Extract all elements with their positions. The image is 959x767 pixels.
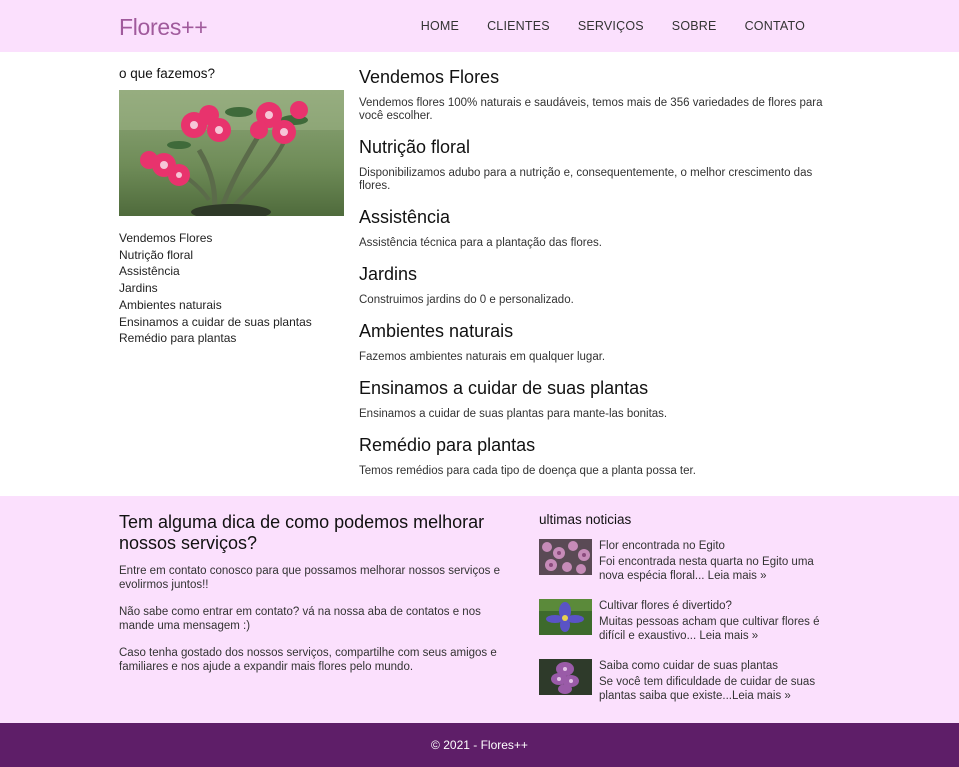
service-text: Construimos jardins do 0 e personalizado… — [359, 294, 574, 306]
news-thumbnail[interactable] — [539, 599, 592, 635]
news-headline[interactable]: Saiba como cuidar de suas plantas — [599, 659, 829, 673]
news-text: Flor encontrada no Egito Foi encontrada … — [599, 539, 829, 599]
service-text: Assistência técnica para a plantação das… — [359, 237, 602, 249]
nav-sobre[interactable]: SOBRE — [672, 19, 717, 33]
news-section: ultimas noticias Flor encontrada no Egit… — [539, 512, 829, 719]
logo[interactable]: Flores++ — [119, 14, 208, 41]
sidebar-title: o que fazemos? — [119, 66, 216, 81]
service-title: Remédio para plantas — [359, 435, 536, 455]
service-text: Vendemos flores 100% naturais e saudávei… — [359, 97, 823, 122]
nav-contato[interactable]: CONTATO — [745, 19, 805, 33]
service-item: Jardins Construimos jardins do 0 e perso… — [359, 263, 829, 320]
service-item: Remédio para plantas Temos remédios para… — [359, 434, 829, 491]
nav-servicos[interactable]: SERVIÇOS — [578, 19, 644, 33]
news-headline[interactable]: Flor encontrada no Egito — [599, 539, 829, 553]
sidebar-item[interactable]: Ambientes naturais — [119, 297, 344, 314]
service-item: Assistência Assistência técnica para a p… — [359, 206, 829, 263]
service-title: Assistência — [359, 207, 451, 227]
news-thumbnail[interactable] — [539, 539, 592, 575]
service-item: Ensinamos a cuidar de suas plantas Ensin… — [359, 377, 829, 434]
service-text: Disponibilizamos adubo para a nutrição e… — [359, 167, 813, 192]
nav-home[interactable]: HOME — [421, 19, 459, 33]
news-text: Saiba como cuidar de suas plantas Se voc… — [599, 659, 829, 719]
service-title: Ensinamos a cuidar de suas plantas — [359, 378, 649, 398]
sidebar: o que fazemos? Vendemos Flores Nutrição … — [119, 66, 344, 347]
read-more-link[interactable]: Leia mais » — [708, 570, 767, 582]
news-item: Saiba como cuidar de suas plantas Se voc… — [539, 659, 829, 719]
main-nav: HOME CLIENTES SERVIÇOS SOBRE CONTATO — [421, 0, 959, 52]
tips-paragraph: Não sabe como entrar em contato? vá na n… — [119, 606, 481, 632]
service-text: Ensinamos a cuidar de suas plantas para … — [359, 408, 668, 420]
sidebar-item[interactable]: Assistência — [119, 263, 344, 280]
sidebar-item[interactable]: Jardins — [119, 280, 344, 297]
news-item: Cultivar flores é divertido? Muitas pess… — [539, 599, 829, 659]
sidebar-item[interactable]: Ensinamos a cuidar de suas plantas — [119, 314, 344, 331]
service-title: Jardins — [359, 264, 418, 284]
service-title: Vendemos Flores — [359, 67, 500, 87]
sidebar-item[interactable]: Nutrição floral — [119, 247, 344, 264]
news-text: Cultivar flores é divertido? Muitas pess… — [599, 599, 829, 659]
nav-clientes[interactable]: CLIENTES — [487, 19, 550, 33]
service-title: Ambientes naturais — [359, 321, 514, 341]
tips-paragraph: Entre em contato conosco para que possam… — [119, 565, 500, 591]
service-item: Ambientes naturais Fazemos ambientes nat… — [359, 320, 829, 377]
flower-photo — [119, 90, 344, 216]
copyright-text: © 2021 - Flores++ — [431, 738, 528, 752]
service-title: Nutrição floral — [359, 137, 471, 157]
read-more-link[interactable]: Leia mais » — [699, 630, 758, 642]
site-header: Flores++ HOME CLIENTES SERVIÇOS SOBRE CO… — [0, 0, 959, 52]
news-item: Flor encontrada no Egito Foi encontrada … — [539, 539, 829, 599]
tips-paragraph: Caso tenha gostado dos nossos serviços, … — [119, 647, 497, 673]
tips-section: Tem alguma dica de como podemos melhorar… — [119, 512, 519, 687]
lower-band: Tem alguma dica de como podemos melhorar… — [0, 496, 959, 723]
news-thumbnail[interactable] — [539, 659, 592, 695]
site-footer: © 2021 - Flores++ — [0, 723, 959, 767]
sidebar-list: Vendemos Flores Nutrição floral Assistên… — [119, 230, 344, 347]
news-headline[interactable]: Cultivar flores é divertido? — [599, 599, 829, 613]
news-summary: Foi encontrada nesta quarta no Egito uma… — [599, 556, 814, 582]
tips-title: Tem alguma dica de como podemos melhorar… — [119, 512, 485, 553]
main-section: o que fazemos? Vendemos Flores Nutrição … — [0, 52, 959, 496]
service-item: Vendemos Flores Vendemos flores 100% nat… — [359, 66, 829, 136]
services-list: Vendemos Flores Vendemos flores 100% nat… — [359, 66, 829, 491]
sidebar-item[interactable]: Vendemos Flores — [119, 230, 344, 247]
read-more-link[interactable]: Leia mais » — [732, 690, 791, 702]
sidebar-item[interactable]: Remédio para plantas — [119, 330, 344, 347]
service-text: Fazemos ambientes naturais em qualquer l… — [359, 351, 606, 363]
service-item: Nutrição floral Disponibilizamos adubo p… — [359, 136, 829, 206]
news-title: ultimas noticias — [539, 512, 632, 527]
service-text: Temos remédios para cada tipo de doença … — [359, 465, 696, 477]
